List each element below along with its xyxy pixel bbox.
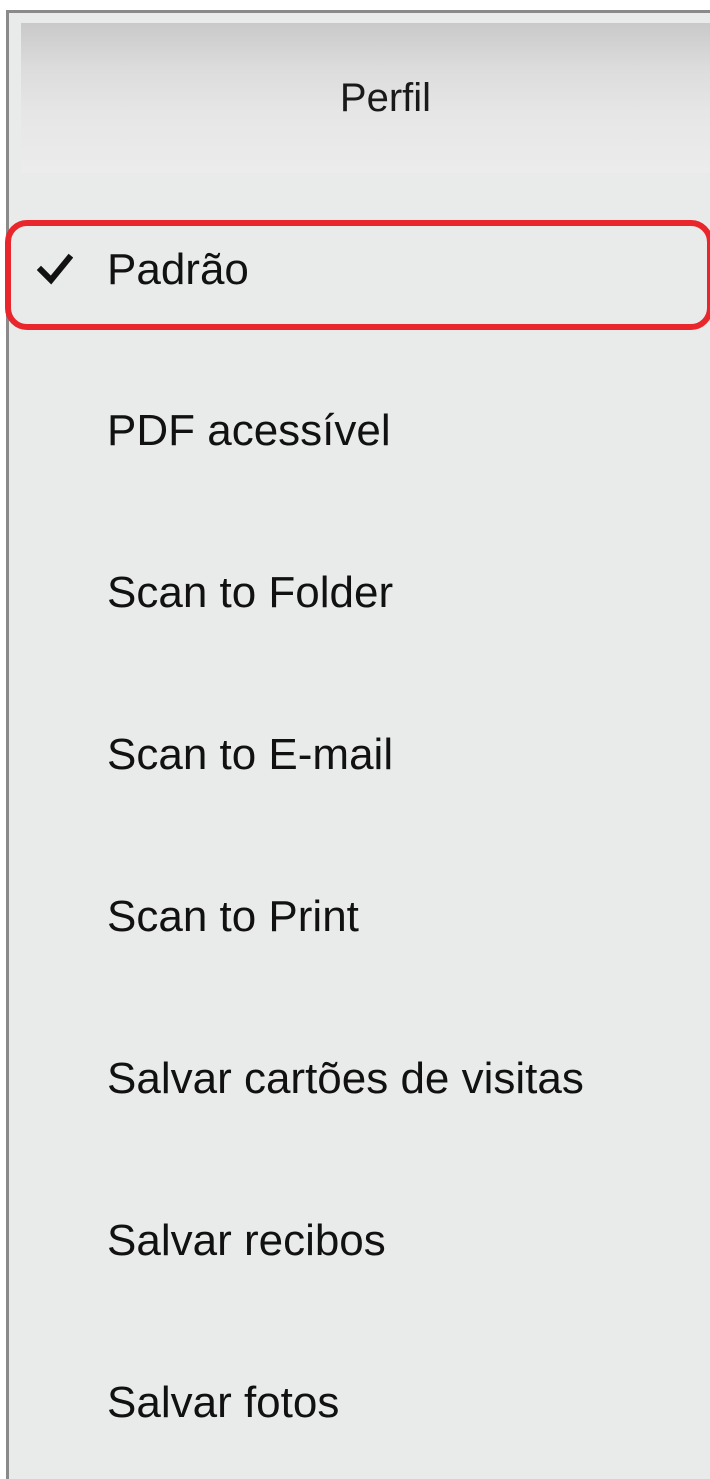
checkmark-icon [37, 253, 73, 285]
menu-header-label: Perfil [339, 75, 432, 120]
menu-item-salvar-cartoes[interactable]: Salvar cartões de visitas [9, 1019, 710, 1139]
menu-item-salvar-recibos[interactable]: Salvar recibos [9, 1181, 710, 1301]
menu-item-label: Salvar cartões de visitas [107, 1054, 584, 1103]
menu-item-scan-to-folder[interactable]: Scan to Folder [9, 533, 710, 653]
menu-item-scan-to-email[interactable]: Scan to E-mail [9, 695, 710, 815]
menu-item-padrao[interactable]: Padrão [9, 210, 710, 330]
menu-item-label: Scan to Folder [107, 568, 394, 617]
menu-item-pdf-acessivel[interactable]: PDF acessível [9, 371, 710, 491]
profile-menu: Perfil Padrão PDF acessível Scan to Fold… [5, 10, 710, 1479]
menu-item-label: Scan to Print [107, 892, 359, 941]
menu-header: Perfil [21, 23, 710, 173]
menu-item-label: Salvar fotos [107, 1378, 340, 1427]
menu-item-label: PDF acessível [107, 406, 391, 455]
menu-item-label: Padrão [107, 245, 249, 294]
menu-item-label: Salvar recibos [107, 1216, 386, 1265]
menu-item-salvar-fotos[interactable]: Salvar fotos [9, 1343, 710, 1463]
menu-item-label: Scan to E-mail [107, 730, 394, 779]
menu-item-scan-to-print[interactable]: Scan to Print [9, 857, 710, 977]
